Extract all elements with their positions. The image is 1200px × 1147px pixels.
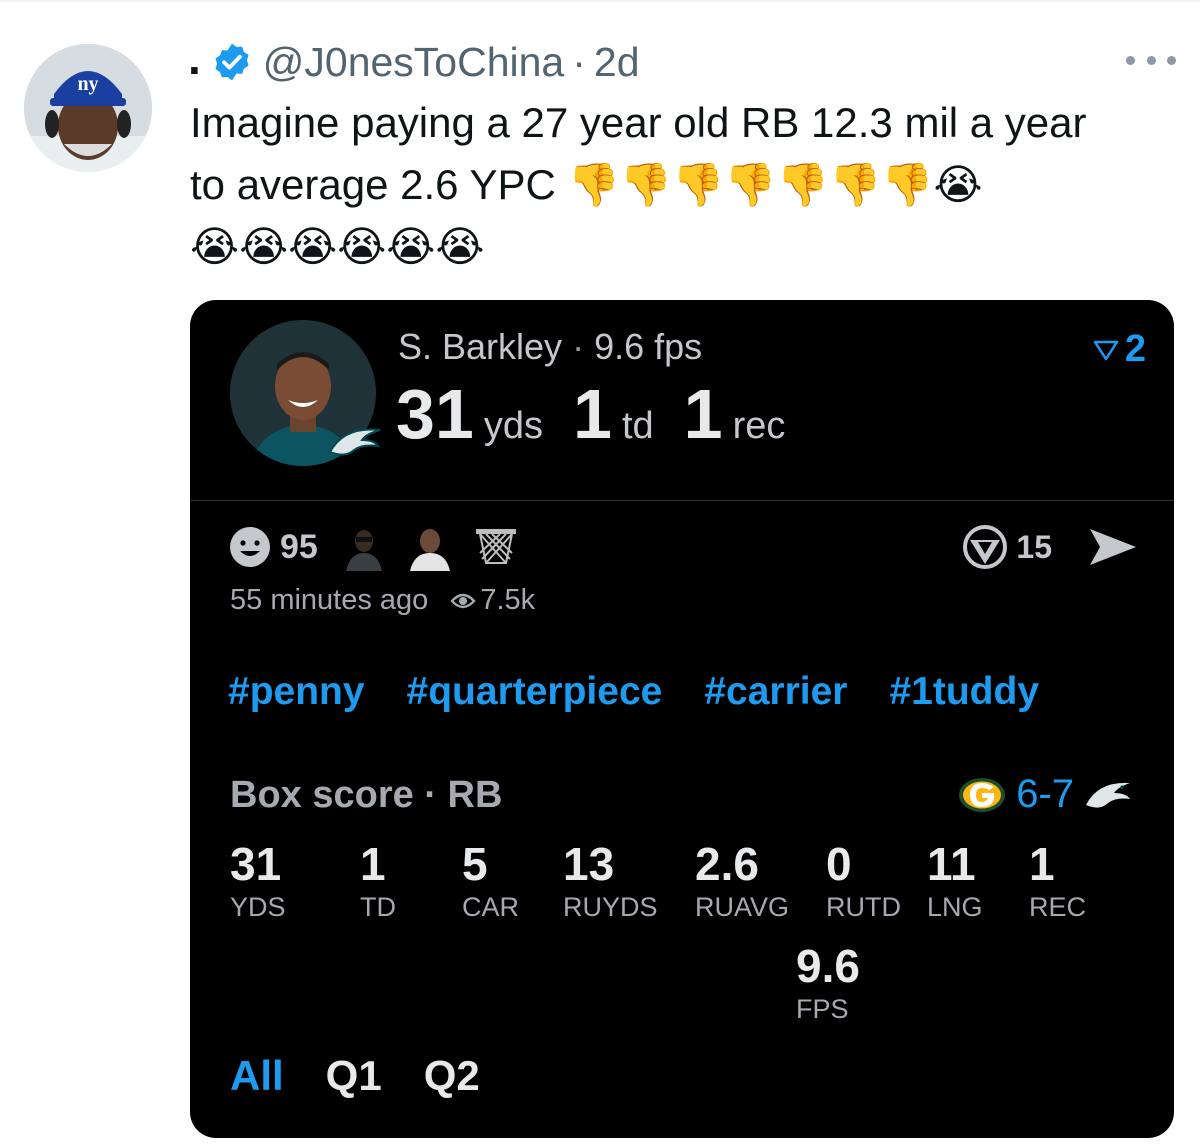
tab-all[interactable]: All <box>230 1052 284 1100</box>
stat-td: 1 TD <box>360 840 396 923</box>
stat-label: REC <box>1029 892 1087 923</box>
quarter-tabs: All Q1 Q2 <box>230 1052 522 1100</box>
header-separator: · <box>572 38 586 85</box>
stat-value: 31 <box>230 838 282 890</box>
player-fps: 9.6 fps <box>594 326 703 367</box>
eye-icon <box>450 593 476 608</box>
reactions-count[interactable]: 95 <box>280 528 318 567</box>
stat-value: 1 <box>1029 838 1055 890</box>
card-divider <box>190 500 1174 501</box>
tweet-age[interactable]: 2d <box>594 39 640 86</box>
rank-badge[interactable]: 2 <box>1093 328 1146 371</box>
headline-rec-unit: rec <box>732 405 786 447</box>
stat-value: 1 <box>360 838 386 890</box>
rank-value: 2 <box>1124 328 1146 370</box>
post-meta: 55 minutes ago 7.5k <box>230 584 535 617</box>
author-avatar[interactable]: ny <box>24 44 152 172</box>
eagles-logo-icon <box>326 422 384 462</box>
tab-q1[interactable]: Q1 <box>326 1052 382 1100</box>
eagles-logo-icon <box>1086 782 1130 808</box>
share-group: 15 <box>962 524 1138 570</box>
reaction-row: 95 15 <box>228 522 1138 572</box>
tab-q2[interactable]: Q2 <box>424 1052 480 1100</box>
tweet-text-line2: to average 2.6 YPC 👎👎👎👎👎👎👎😭 <box>190 154 1190 216</box>
more-icon[interactable] <box>1126 52 1176 68</box>
hashtag-row: #penny #quarterpiece #carrier #1tuddy <box>228 670 1081 714</box>
display-name[interactable]: . <box>188 35 201 81</box>
stat-car: 5 CAR <box>462 840 519 923</box>
stat-label: LNG <box>927 892 983 923</box>
stat-label: RUTD <box>826 892 901 923</box>
headline-yds-value: 31 <box>396 375 474 453</box>
packers-logo-icon <box>959 777 1006 812</box>
tweet-text-line2-text: to average 2.6 YPC <box>190 161 556 208</box>
views-count: 7.5k <box>480 584 536 616</box>
stat-lng: 11 LNG <box>927 840 983 923</box>
stat-label: TD <box>360 892 396 923</box>
views: 7.5k <box>450 584 535 617</box>
tweet-text-line1: Imagine paying a 27 year old RB 12.3 mil… <box>190 99 1087 146</box>
hashtag-penny[interactable]: #penny <box>228 670 365 714</box>
stat-label: RUAVG <box>695 892 790 923</box>
player-name-line: S. Barkley · 9.6 fps <box>398 326 702 368</box>
tweet-header: . @J0nesToChina · 2d <box>188 34 640 90</box>
share-circle-icon[interactable] <box>962 524 1008 570</box>
game-score[interactable]: 6-7 <box>958 772 1132 817</box>
hashtag-carrier[interactable]: #carrier <box>704 670 847 714</box>
emoji-line2: 👎👎👎👎👎👎👎😭 <box>567 160 983 209</box>
top-divider <box>0 0 1200 2</box>
send-arrow-icon[interactable] <box>1088 527 1138 567</box>
stat-label: FPS <box>796 994 849 1025</box>
shares-count[interactable]: 15 <box>1016 529 1052 566</box>
stat-rutd: 0 RUTD <box>826 840 901 923</box>
headline-statline: 31 yds 1 td 1 rec <box>396 374 815 454</box>
stat-yds: 31 YDS <box>230 840 286 923</box>
verified-icon <box>211 41 253 83</box>
basketball-net-icon[interactable] <box>472 523 520 571</box>
reactor-avatar-2[interactable] <box>406 523 454 571</box>
stat-label: RUYDS <box>563 892 658 923</box>
embedded-card[interactable]: S. Barkley · 9.6 fps 2 31 yds 1 td 1 rec… <box>190 300 1174 1138</box>
hashtag-quarterpiece[interactable]: #quarterpiece <box>407 670 663 714</box>
rank-icon <box>1093 340 1119 360</box>
stat-value: 9.6 <box>796 940 860 992</box>
stat-value: 11 <box>927 838 976 890</box>
player-name[interactable]: S. Barkley <box>398 326 562 368</box>
headline-td-value: 1 <box>573 375 612 453</box>
stat-ruyds: 13 RUYDS <box>563 840 658 923</box>
tweet-text: Imagine paying a 27 year old RB 12.3 mil… <box>190 92 1190 278</box>
emoji-line3: 😭😭😭😭😭😭 <box>190 222 485 271</box>
player-separator: · <box>572 326 585 367</box>
smiley-icon[interactable] <box>228 525 272 569</box>
headline-yds-unit: yds <box>483 405 544 447</box>
headline-rec-value: 1 <box>683 375 723 453</box>
stat-ruavg: 2.6 RUAVG <box>695 840 789 923</box>
score-value: 6-7 <box>1016 772 1074 816</box>
reactor-avatar-1[interactable] <box>340 523 388 571</box>
stat-value: 5 <box>462 838 488 890</box>
time-ago: 55 minutes ago <box>230 584 429 616</box>
headline-td-unit: td <box>621 405 654 447</box>
stat-label: YDS <box>230 892 286 923</box>
stat-rec: 1 REC <box>1029 840 1086 923</box>
stat-value: 0 <box>826 838 852 890</box>
handle[interactable]: @J0nesToChina <box>263 39 564 86</box>
avatar-cap-text: ny <box>77 73 98 95</box>
box-score-title: Box score · RB <box>230 774 503 816</box>
stat-fps: 9.6 FPS <box>796 942 860 1025</box>
stat-value: 2.6 <box>695 838 759 890</box>
stat-label: CAR <box>462 892 520 923</box>
hashtag-1tuddy[interactable]: #1tuddy <box>889 670 1039 714</box>
stat-value: 13 <box>563 838 615 890</box>
